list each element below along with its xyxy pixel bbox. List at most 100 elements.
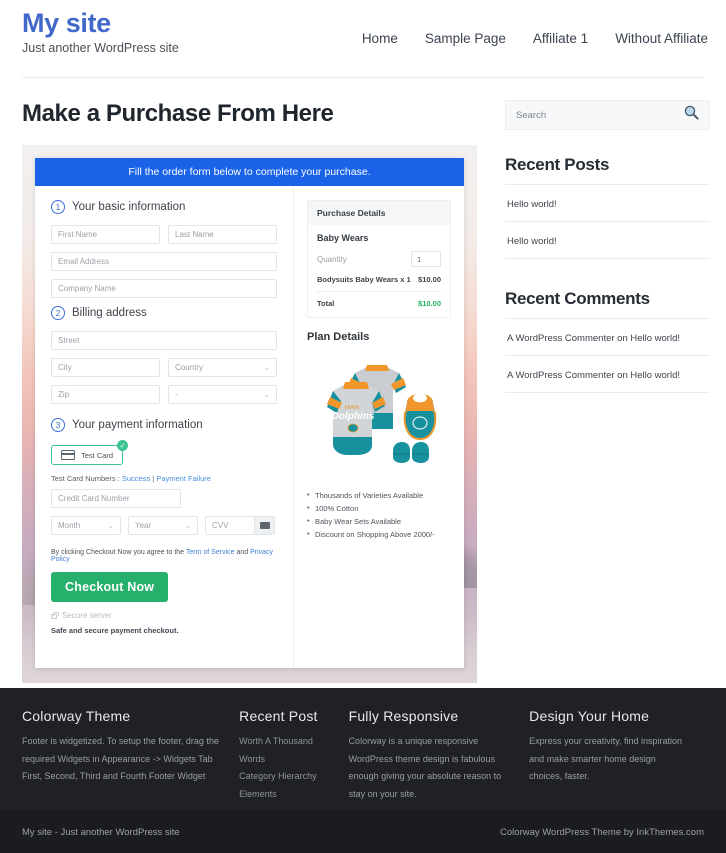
list-item[interactable]: Worth A Thousand Words (239, 733, 330, 768)
step-2-heading: 2 Billing address (51, 306, 277, 320)
checkout-backdrop-image: Fill the order form below to complete yo… (22, 145, 477, 683)
step-3-number: 3 (51, 418, 65, 432)
footer-theme-credit[interactable]: Colorway WordPress Theme by InkThemes.co… (500, 827, 704, 838)
plan-bullets: Thousands of Varieties Available 100% Co… (307, 490, 451, 539)
country-select[interactable]: Country ⌄ (168, 358, 277, 377)
recent-posts-list: Hello world! Hello world! (505, 185, 710, 259)
test-card-numbers-line: Test Card Numbers : Success | Payment Fa… (51, 474, 277, 483)
lock-icon (51, 612, 59, 619)
page-title: Make a Purchase From Here (22, 100, 334, 127)
recent-post-link[interactable]: Hello world! (507, 236, 557, 247)
chevron-down-icon: ⌄ (263, 363, 270, 372)
expiry-month-select[interactable]: Month ⌄ (51, 516, 121, 535)
total-row: Total $10.00 (317, 292, 441, 308)
footer-column-3: Fully Responsive Colorway is a unique re… (349, 708, 530, 810)
country-select-value: Country (175, 363, 204, 372)
credit-card-icon (61, 450, 75, 460)
nav-item-affiliate-1[interactable]: Affiliate 1 (533, 31, 588, 46)
list-item: Discount on Shopping Above 2000/- (307, 529, 451, 539)
footer-column-1-text: Footer is widgetized. To setup the foote… (22, 736, 219, 782)
nav-item-home[interactable]: Home (362, 31, 398, 46)
step-2-label: Billing address (72, 307, 147, 319)
purchase-details-panel-wrap: Purchase Details Baby Wears Quantity 1 B… (293, 186, 464, 668)
email-input[interactable]: Email Address (51, 252, 277, 271)
terms-agreement: By clicking Checkout Now you agree to th… (51, 549, 277, 563)
recent-comments-list: A WordPress Commenter on Hello world! A … (505, 319, 710, 393)
footer-column-3-title: Fully Responsive (348, 708, 459, 724)
test-card-option[interactable]: Test Card (51, 445, 124, 465)
nav-item-without-affiliate[interactable]: Without Affiliate (615, 31, 708, 46)
zip-input[interactable]: Zip (51, 385, 160, 404)
list-item: Thousands of Varieties Available (307, 490, 451, 500)
state-select[interactable]: - ⌄ (168, 385, 277, 404)
search-input[interactable] (516, 109, 666, 121)
street-input[interactable]: Street (51, 331, 277, 350)
chevron-down-icon: ⌄ (263, 390, 270, 399)
plan-details-heading: Plan Details (307, 331, 370, 343)
cvv-input[interactable]: CVV (205, 516, 275, 535)
cvv-card-icon (254, 517, 274, 534)
expiry-cvv-row: Month ⌄ Year ⌄ CVV (51, 516, 277, 543)
footer-column-4-title: Design Your Home (529, 708, 650, 724)
product-name: Baby Wears (317, 233, 369, 243)
quantity-input[interactable]: 1 (411, 251, 441, 267)
test-numbers-prefix: Test Card Numbers : (51, 474, 122, 483)
product-image: MIAMI Dolphins (307, 351, 457, 481)
terms-and: and (234, 549, 251, 556)
primary-navigation: Home Sample Page Affiliate 1 Without Aff… (362, 31, 708, 46)
page-body: Make a Purchase From Here Fill the order… (0, 78, 726, 688)
test-card-label: Test Card (81, 450, 114, 460)
city-input[interactable]: City (51, 358, 160, 377)
state-select-value: - (175, 390, 178, 399)
recent-post-link[interactable]: Hello world! (507, 199, 557, 210)
footer-site-credit: My site - Just another WordPress site (22, 827, 180, 838)
company-input[interactable]: Company Name (51, 279, 277, 298)
list-item: Baby Wear Sets Available (307, 516, 451, 526)
secure-server-label: Secure server (62, 611, 112, 620)
chevron-down-icon: ⌄ (107, 521, 114, 530)
step-1-heading: 1 Your basic information (51, 200, 277, 214)
step-1-number: 1 (51, 200, 65, 214)
line-item-amount: $10.00 (418, 275, 441, 284)
recent-posts-title: Recent Posts (505, 155, 710, 185)
order-banner: Fill the order form below to complete yo… (35, 158, 464, 186)
recent-comment-link[interactable]: A WordPress Commenter on Hello world! (507, 333, 680, 344)
checkout-card: Fill the order form below to complete yo… (35, 158, 464, 668)
footer-column-2: Recent Post Worth A Thousand Words Categ… (239, 708, 348, 810)
line-item-row: Bodysuits Baby Wears x 1 $10.00 (317, 275, 441, 292)
expiry-year-select[interactable]: Year ⌄ (128, 516, 198, 535)
quantity-label: Quantity (317, 254, 347, 264)
search-icon[interactable] (684, 105, 699, 125)
total-amount: $10.00 (418, 299, 441, 308)
footer-widgets: Colorway Theme Footer is widgetized. To … (0, 688, 726, 810)
line-item-label: Bodysuits Baby Wears x 1 (317, 275, 411, 284)
terms-prefix: By clicking Checkout Now you agree to th… (51, 549, 186, 556)
purchase-details-panel: Purchase Details Baby Wears Quantity 1 B… (307, 200, 451, 318)
checkout-form: 1 Your basic information First Name Last… (35, 186, 293, 668)
site-title[interactable]: My site (22, 8, 179, 39)
credit-card-number-input[interactable]: Credit Card Number (51, 489, 181, 508)
step-2-number: 2 (51, 306, 65, 320)
terms-of-service-link[interactable]: Term of Service (186, 549, 235, 556)
search-widget (505, 100, 710, 130)
test-failure-link[interactable]: Payment Failure (156, 474, 211, 483)
recent-comment-link[interactable]: A WordPress Commenter on Hello world! (507, 370, 680, 381)
first-name-input[interactable]: First Name (51, 225, 160, 244)
footer-column-1: Colorway Theme Footer is widgetized. To … (22, 708, 239, 810)
list-item[interactable]: Elements (239, 786, 330, 804)
checkout-now-button[interactable]: Checkout Now (51, 572, 169, 602)
last-name-input[interactable]: Last Name (168, 225, 277, 244)
purchase-details-heading: Purchase Details (308, 201, 450, 225)
sidebar: Recent Posts Hello world! Hello world! R… (505, 100, 710, 393)
total-label: Total (317, 299, 335, 308)
list-item: A WordPress Commenter on Hello world! (505, 356, 710, 393)
site-tagline: Just another WordPress site (22, 41, 179, 56)
quantity-row: Quantity 1 (317, 251, 441, 267)
list-item: A WordPress Commenter on Hello world! (505, 319, 710, 356)
test-success-link[interactable]: Success (122, 474, 150, 483)
main-content: Make a Purchase From Here Fill the order… (22, 100, 477, 683)
footer-column-4: Design Your Home Express your creativity… (529, 708, 704, 810)
chevron-down-icon: ⌄ (184, 521, 191, 530)
nav-item-sample-page[interactable]: Sample Page (425, 31, 506, 46)
list-item[interactable]: Category Hierarchy (239, 768, 330, 786)
